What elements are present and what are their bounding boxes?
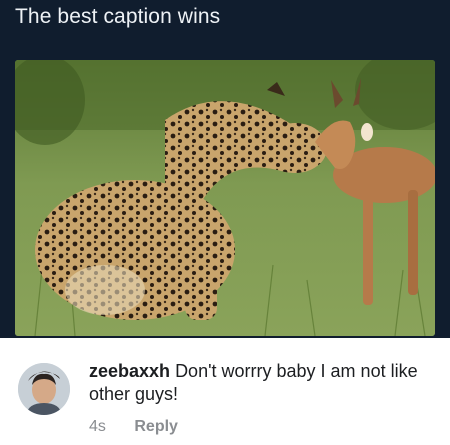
avatar[interactable] [18, 363, 70, 415]
post-header: The best caption wins [0, 0, 450, 338]
comment-meta: 4s Reply [89, 418, 178, 436]
comment-body: zeebaxxh Don't worrry baby I am not like… [89, 360, 444, 406]
reply-button[interactable]: Reply [134, 418, 178, 435]
comment-username[interactable]: zeebaxxh [89, 361, 170, 381]
comment-timestamp: 4s [89, 418, 106, 435]
post-photo[interactable] [15, 60, 435, 336]
user-avatar-icon [18, 363, 70, 415]
post-caption: The best caption wins [15, 5, 221, 28]
leopard-impala-photo [15, 60, 435, 336]
comment: zeebaxxh Don't worrry baby I am not like… [0, 338, 450, 445]
